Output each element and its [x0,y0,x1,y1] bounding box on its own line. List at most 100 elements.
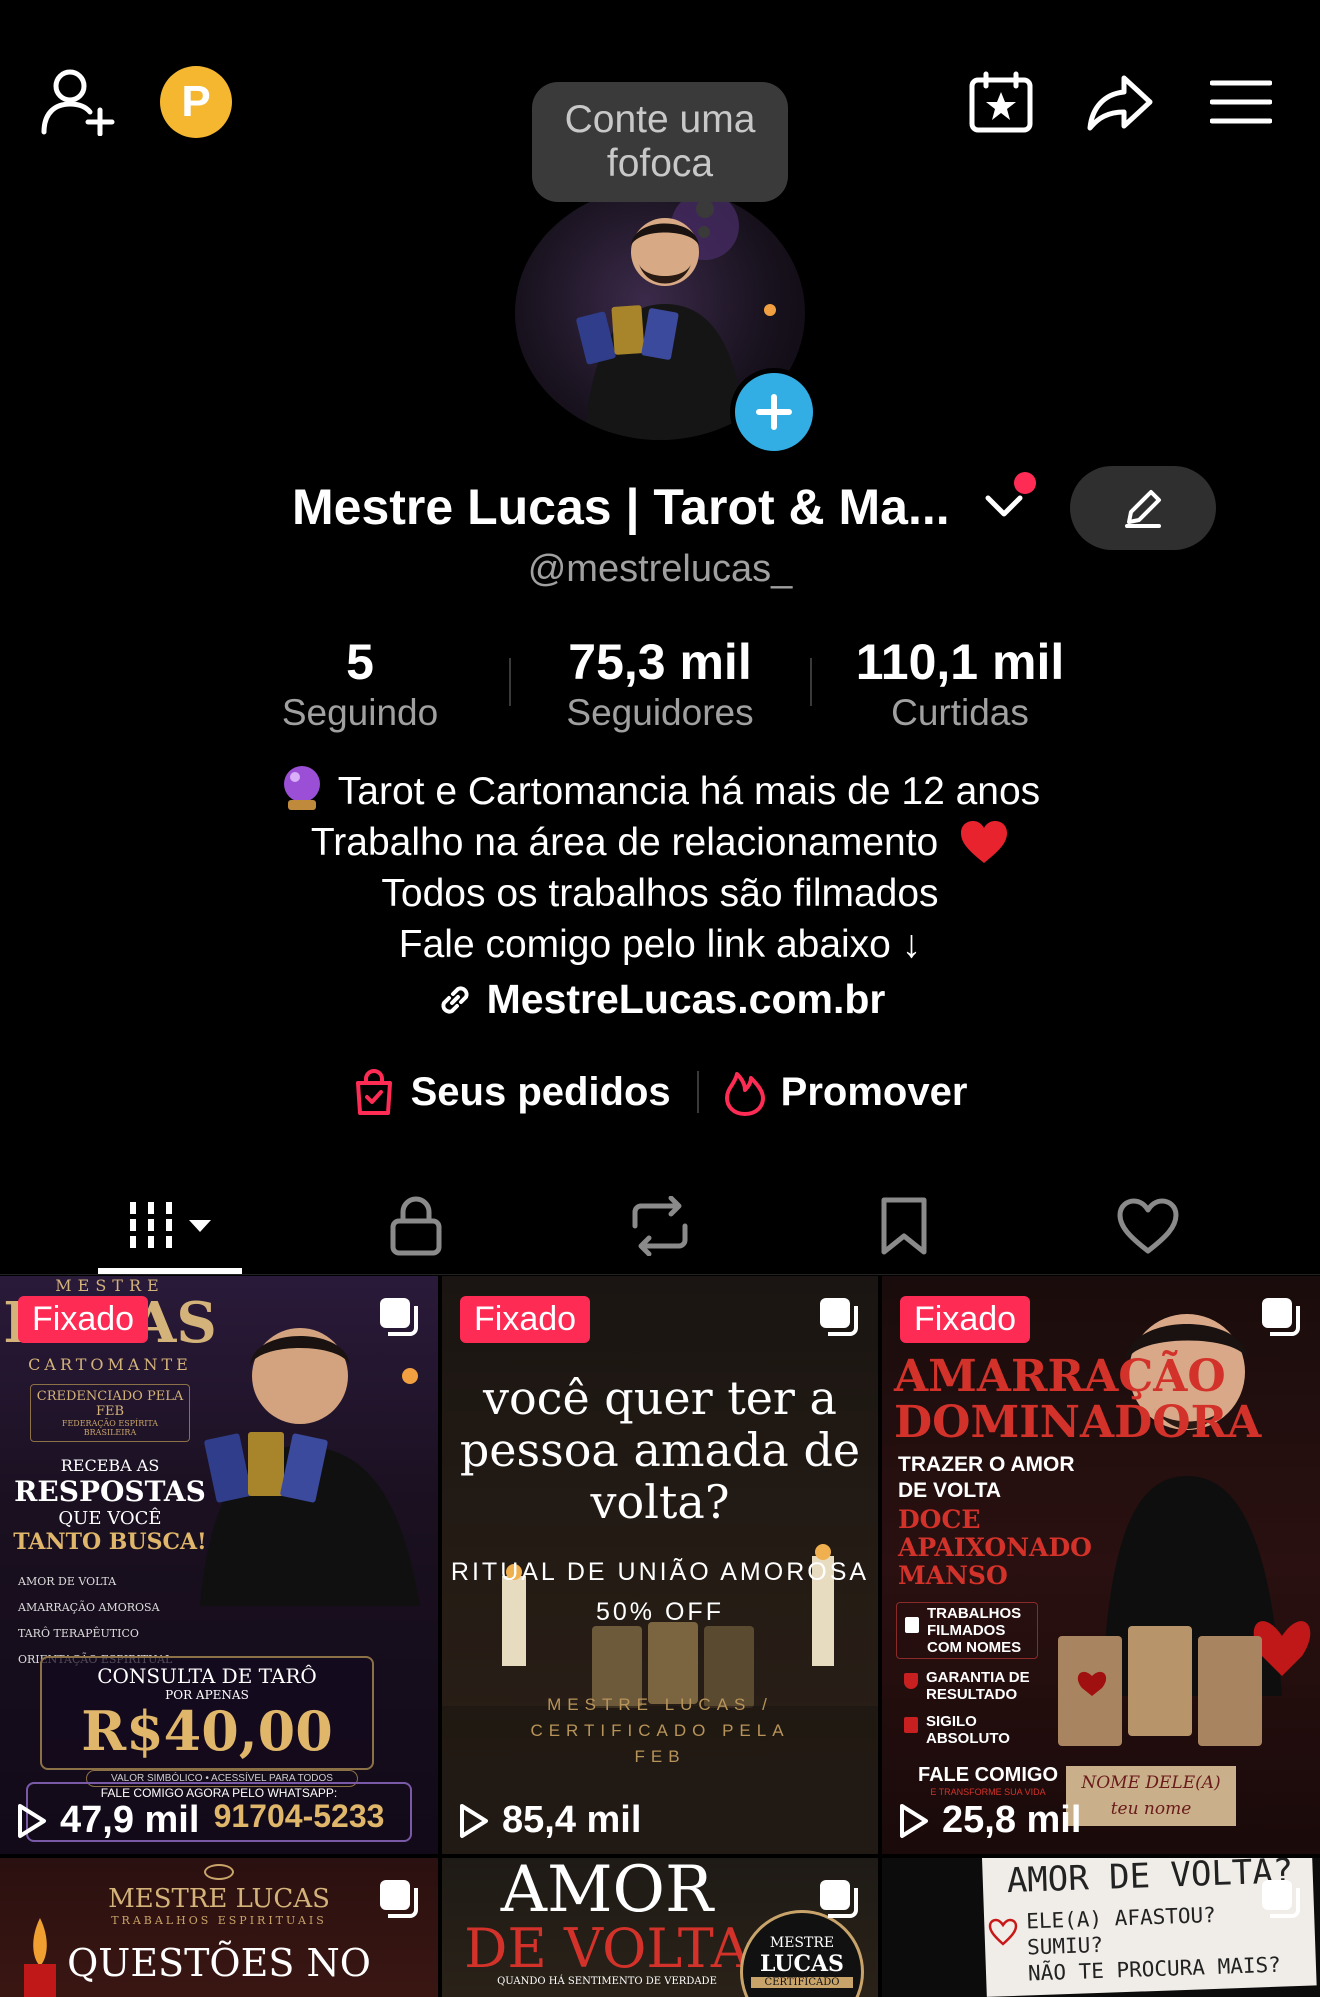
stat-following[interactable]: 5 Seguindo [230,634,490,736]
view-count: 85,4 mil [458,1799,641,1842]
grid-gutter [878,1276,882,1997]
stat-label: Seguidores [566,692,754,733]
chevron-down-icon [985,495,1023,517]
pencil-icon [1125,490,1161,528]
note-tooltip[interactable]: Conte uma fofoca [532,82,788,202]
profile-name-text: Mestre Lucas | Tarot & Ma... [292,479,950,535]
stat-followers[interactable]: 75,3 mil Seguidores [530,634,790,736]
lock-icon [390,1196,442,1256]
menu-button[interactable] [1210,78,1272,126]
coin-icon: P [181,77,211,126]
red-heart-icon [961,821,1008,863]
share-icon [1087,75,1153,131]
stat-value: 110,1 mil [855,634,1065,690]
tab-saved[interactable] [824,1180,984,1272]
video-tile[interactable]: AMOR DE VOLTA? ELE(A) AFASTOU? SUMIU? NÃ… [882,1858,1320,1997]
play-icon [18,1803,46,1838]
plus-icon [756,394,792,430]
bio-line: Trabalho na área de relacionamento [0,817,1320,868]
account-switch-button[interactable] [984,490,1024,520]
tile-cta: FALE COMIGO E TRANSFORME SUA VIDA [918,1764,1058,1797]
heart-icon [1117,1198,1179,1254]
bio-line: Fale comigo pelo link abaixo ↓ [398,923,922,966]
tile-features: TRABALHOS FILMADOS COM NOMES GARANTIA DE… [896,1602,1038,1747]
add-friend-button[interactable] [40,66,116,136]
tile-highlight: DOCE APAIXONADO MANSO [898,1505,1092,1590]
pinned-badge: Fixado [900,1296,1031,1343]
tab-liked[interactable] [1068,1180,1228,1272]
multi-photo-icon [820,1880,858,1918]
edit-profile-button[interactable] [1070,466,1216,550]
hamburger-icon [1210,80,1272,124]
coins-button[interactable]: P [160,66,232,138]
stat-likes[interactable]: 110,1 mil Curtidas [830,634,1090,736]
tile-subtitle: RITUAL DE UNIÃO AMOROSA [450,1558,870,1586]
tile-note: NOME DELE(A) teu nome [1066,1766,1236,1826]
tile-footer: MESTRE LUCAS / CERTIFICADO PELA FEB [530,1695,790,1766]
orders-button[interactable]: Seus pedidos [327,1069,697,1115]
multi-photo-icon [1262,1298,1300,1336]
stat-value: 75,3 mil [568,634,752,690]
tile-headline: AMARRAÇÃO DOMINADORA [894,1351,1262,1448]
play-icon [900,1803,928,1838]
note-tooltip-text: Conte uma fofoca [564,98,756,185]
grid-gutter [438,1276,442,1997]
orders-label: Seus pedidos [410,1069,671,1114]
bio-line: Todos os trabalhos são filmados [381,872,939,915]
share-profile-button[interactable] [1086,72,1156,132]
lock-icon [904,1717,918,1733]
bio-link[interactable]: MestreLucas.com.br [0,976,1320,1023]
stat-value: 5 [346,634,374,690]
notification-dot [1014,472,1036,494]
play-icon [460,1803,488,1838]
video-tile[interactable]: AMOR DE VOLTA QUANDO HÁ SENTIMENTO DE VE… [442,1858,878,1997]
tooltip-dot [698,226,710,238]
stat-divider [810,658,812,706]
multi-photo-icon [380,1880,418,1918]
view-count: 25,8 mil [898,1799,1081,1842]
add-user-icon [41,69,115,136]
tooltip-tail [696,200,714,218]
grid-gutter [0,1854,1320,1858]
repost-icon [632,1196,688,1256]
tab-videos[interactable] [90,1180,250,1272]
bookmark-icon [881,1197,927,1255]
content-tabs [0,1180,1320,1272]
flame-icon [724,1072,765,1116]
promote-button[interactable]: Promover [699,1068,994,1116]
add-story-button[interactable] [730,368,818,456]
stat-divider [509,658,511,706]
tile-headline: AMOR DE VOLTA QUANDO HÁ SENTIMENTO DE VE… [464,1858,750,1987]
multi-photo-icon [380,1298,418,1336]
shopping-bag-icon [355,1069,392,1115]
certified-seal: MESTRE LUCAS CERTIFICADO [740,1910,864,1997]
eye-icon [204,1864,234,1880]
profile-name[interactable]: Mestre Lucas | Tarot & Ma... [292,478,950,536]
video-tile[interactable]: AMARRAÇÃO DOMINADORA TRAZER O AMOR DE VO… [882,1276,1320,1854]
tab-private[interactable] [336,1180,496,1272]
crystal-ball-icon [283,766,320,810]
tile-subtitle: TRAZER O AMOR DE VOLTA [898,1453,1075,1502]
video-tile[interactable]: você quer ter a pessoa amada de volta? R… [442,1276,878,1854]
video-tile[interactable]: MESTRE LUCAS TRABALHOS ESPIRITUAIS QUEST… [0,1858,438,1997]
creator-calendar-button[interactable] [968,70,1034,134]
multi-photo-icon [1262,1880,1300,1918]
tab-reposts[interactable] [580,1180,740,1272]
view-count: 47,9 mil [16,1799,199,1842]
stat-label: Curtidas [891,692,1029,733]
calendar-star-icon [969,71,1033,133]
price-box: CONSULTA DE TARÔ POR APENAS R$40,00 [40,1656,374,1770]
bio-line: Tarot e Cartomancia há mais de 12 anos [0,764,1320,817]
tile-text-block: MESTRE LUCAS TRABALHOS ESPIRITUAIS QUEST… [0,1864,438,1985]
bio: Tarot e Cartomancia há mais de 12 anos T… [0,764,1320,970]
pinned-badge: Fixado [18,1296,149,1343]
tile-offer: 50% OFF [596,1598,724,1626]
lock-icon [905,1617,919,1633]
link-icon [441,985,469,1014]
profile-handle: @mestrelucas_ [527,548,793,590]
video-tile[interactable]: MESTRE LUCAS CARTOMANTE CREDENCIADO PELA… [0,1276,438,1854]
pinned-badge: Fixado [460,1296,591,1343]
bio-link-text: MestreLucas.com.br [486,976,886,1022]
heart-doodle-icon [988,1918,1018,1946]
tile-headline: você quer ter a pessoa amada de volta? [459,1371,861,1529]
